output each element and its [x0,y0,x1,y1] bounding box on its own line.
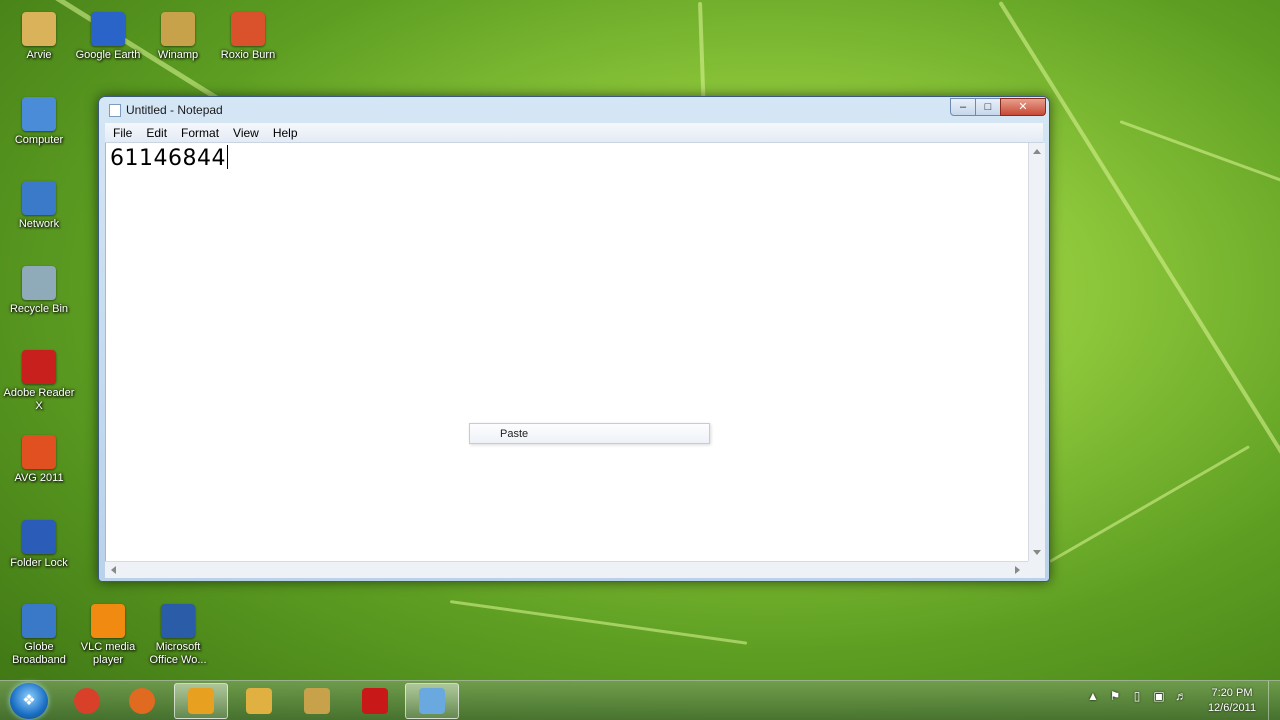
window-title: Untitled - Notepad [126,103,223,117]
clock-time: 7:20 PM [1211,687,1253,699]
taskbar-app-button[interactable] [405,683,459,719]
globe-broadband-icon [22,604,56,638]
record-icon [362,688,388,714]
roxio-burn-icon [231,12,265,46]
desktop-icon[interactable]: Adobe Reader X [2,350,76,413]
minimize-icon: – [959,101,967,113]
action-center-icon[interactable]: ⚑ [1104,689,1126,703]
desktop-icon[interactable]: AVG 2011 [2,435,76,485]
context-menu: Paste [469,423,710,444]
windows-logo-icon: ❖ [22,692,36,709]
vertical-scrollbar[interactable] [1028,143,1045,561]
menu-view[interactable]: View [225,123,265,142]
volume-icon[interactable]: ♬ [1170,689,1192,703]
system-clock[interactable]: 7:20 PM 12/6/2011 [1200,686,1264,716]
minimize-button[interactable]: – [950,98,976,116]
desktop-icon[interactable]: Folder Lock [2,520,76,570]
desktop-icon[interactable]: Network [2,181,76,231]
desktop-icon[interactable]: Computer [2,97,76,147]
chrome-icon [74,688,100,714]
notepad-icon [419,688,445,714]
computer-icon [22,97,56,131]
taskbar-app-button[interactable] [348,683,402,719]
desktop-icon-label: VLC media player [80,641,136,666]
desktop-icon-label: Winamp [157,49,199,61]
desktop-icon-label: AVG 2011 [14,472,64,484]
taskbar-app-button[interactable] [174,683,228,719]
desktop-icon-label: Recycle Bin [9,303,69,315]
start-button[interactable]: ❖ [10,683,48,719]
folder-lock-icon [22,520,56,554]
taskbar-app-button[interactable] [115,683,169,719]
maximize-icon: □ [984,101,992,113]
resize-grip[interactable] [1028,561,1045,578]
close-icon: ✕ [1018,101,1028,113]
firefox-icon [129,688,155,714]
maximize-button[interactable]: □ [975,98,1001,116]
desktop-icon-label: Arvie [26,49,52,61]
windows-media-icon [188,688,214,714]
desktop-icon-label: Roxio Burn [220,49,276,61]
text-caret [226,145,228,169]
desktop-icon[interactable]: Recycle Bin [2,266,76,316]
desktop-icon[interactable]: Arvie [2,12,76,62]
taskbar-app-button[interactable] [232,683,286,719]
word-icon [161,604,195,638]
desktop-icon-label: Globe Broadband [12,641,66,666]
scroll-right-icon[interactable] [1015,566,1020,574]
avg-icon [22,435,56,469]
menu-help[interactable]: Help [265,123,304,142]
text-editor[interactable]: 61146844 [105,143,1028,561]
menu-file[interactable]: File [105,123,138,142]
folder-icon [22,12,56,46]
desktop-icon[interactable]: Microsoft Office Wo... [141,604,215,667]
menu-bar: File Edit Format View Help [105,123,1043,143]
desktop-icon[interactable]: Globe Broadband [2,604,76,667]
desktop-icon-label: Folder Lock [10,557,68,569]
title-bar[interactable]: Untitled - Notepad – □ ✕ [99,97,1049,123]
tray-overflow-icon[interactable]: ▲ [1082,689,1104,703]
menu-format[interactable]: Format [173,123,225,142]
scroll-down-icon[interactable] [1033,550,1041,555]
desktop-icon-label: Microsoft Office Wo... [149,641,207,666]
network-tray-icon[interactable]: ▯ [1126,689,1148,703]
taskbar-app-button[interactable] [290,683,344,719]
desktop-icon-label: Network [18,218,60,230]
power-tray-icon[interactable]: ▣ [1148,689,1170,703]
winamp-icon [161,12,195,46]
desktop-icon-label: Computer [14,134,64,146]
taskbar-app-button[interactable] [60,683,114,719]
scroll-up-icon[interactable] [1033,149,1041,154]
horizontal-scrollbar[interactable] [105,561,1028,578]
notepad-icon [109,104,121,117]
taskbar: ❖ ▲ ⚑ ▯ ▣ ♬ 7:20 PM 12/6/2011 [0,680,1280,720]
adobe-reader-icon [22,350,56,384]
wallpaper-vein [1049,445,1250,563]
close-button[interactable]: ✕ [1000,98,1046,116]
desktop-icon-label: Adobe Reader X [3,387,75,412]
system-tray: ▲ ⚑ ▯ ▣ ♬ [1082,689,1202,713]
explorer-icon [246,688,272,714]
notepad-window[interactable]: Untitled - Notepad – □ ✕ File Edit Format V… [98,96,1050,582]
desktop-icon[interactable]: Roxio Burn [211,12,285,62]
clock-date: 12/6/2011 [1207,702,1257,714]
editor-text-line: 61146844 [110,145,228,171]
desktop-icon-label: Google Earth [75,49,141,61]
vlc-icon [91,604,125,638]
context-menu-paste[interactable]: Paste [500,428,528,440]
editor-text: 61146844 [110,146,226,171]
wallpaper-vein [1119,120,1280,205]
show-desktop-button[interactable] [1268,681,1280,720]
scroll-left-icon[interactable] [111,566,116,574]
desktop-icon[interactable]: Google Earth [71,12,145,62]
desktop-icon[interactable]: Winamp [141,12,215,62]
google-earth-icon [91,12,125,46]
wallpaper-vein [449,600,748,645]
network-icon [22,181,56,215]
desktop-icon[interactable]: VLC media player [71,604,145,667]
menu-edit[interactable]: Edit [138,123,173,142]
recycle-bin-icon [22,266,56,300]
winamp-icon [304,688,330,714]
